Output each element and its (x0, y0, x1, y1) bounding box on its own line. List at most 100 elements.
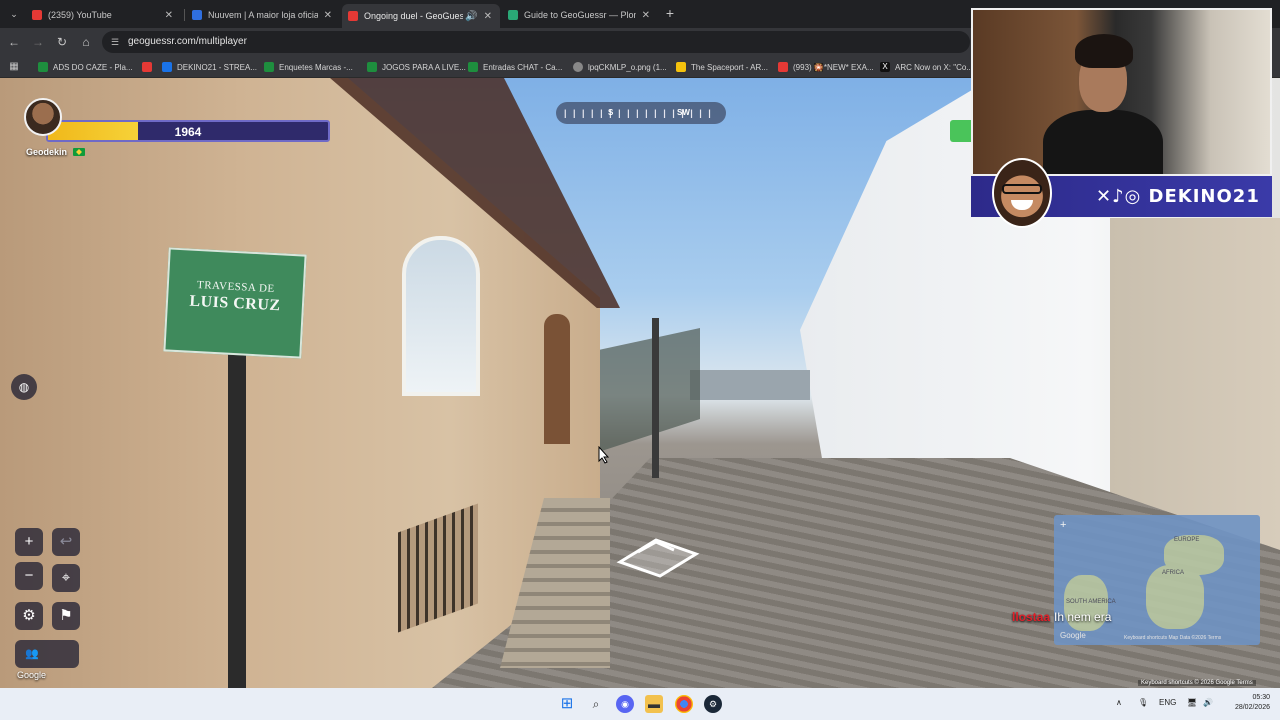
youtube-icon (778, 62, 788, 72)
clock-time: 05:30 (1252, 694, 1270, 701)
tab-geoguessr[interactable]: Ongoing duel - GeoGuessr 🔊 ✕ (342, 4, 500, 28)
bookmark-item[interactable]: JOGOS PARA A LIVE... (367, 60, 466, 74)
discord-icon[interactable]: ◉ (616, 695, 634, 713)
streamer-body (1043, 110, 1163, 174)
clock-date: 28/02/2026 (1234, 704, 1270, 711)
bookmark-item[interactable]: (993) 🎇*NEW* EXA... (778, 60, 874, 74)
bookmark-label: JOGOS PARA A LIVE... (382, 62, 466, 72)
tab-title: Guide to GeoGuessr — Plonk It (524, 10, 636, 20)
tab-nuuvem[interactable]: Nuuvem | A maior loja oficial de ✕ (186, 4, 340, 26)
bookmark-item[interactable]: ADS DO CAZE - Pla... (38, 60, 133, 74)
wooden-door (544, 314, 570, 444)
bookmark-label: ARC Now on X: "Co... (895, 62, 973, 72)
minimap-footer: Keyboard shortcuts Map Data ©2026 Terms (1124, 635, 1222, 641)
social-handle: ✕♪◎ DEKINO21 (1096, 186, 1260, 207)
minimap-google-label: Google (1060, 631, 1086, 640)
player-name: Geodekin (26, 147, 68, 157)
bookmark-item[interactable]: Entradas CHAT - Ca... (468, 60, 562, 74)
docs-icon (162, 62, 172, 72)
movement-arrow-icon[interactable] (610, 532, 706, 580)
network-icon[interactable]: 🖥 (1187, 698, 1197, 707)
close-tab-icon[interactable]: ✕ (484, 11, 492, 22)
sign-pole (228, 328, 246, 688)
guess-minimap[interactable]: EUROPE AFRICA SOUTH AMERICA + Google Key… (1054, 515, 1260, 645)
settings-gear-icon[interactable]: ⚙ (15, 602, 43, 630)
player-avatar (24, 98, 62, 136)
youtube-icon (142, 62, 152, 72)
tab-youtube[interactable]: (2359) YouTube ✕ (26, 4, 181, 26)
tray-overflow-icon[interactable]: ∧ (1116, 698, 1122, 707)
chat-message: llostaa Ih nem era (1012, 610, 1111, 624)
back-icon[interactable]: ← (6, 34, 22, 50)
tab-title: Nuuvem | A maior loja oficial de (208, 10, 318, 20)
bookmark-item[interactable]: lpqCKMLP_o.png (1... (573, 60, 667, 74)
close-tab-icon[interactable]: ✕ (165, 10, 173, 21)
undo-move-button[interactable]: ↩ (52, 528, 80, 556)
forward-icon[interactable]: → (30, 34, 46, 50)
zoom-in-button[interactable]: + (15, 528, 43, 556)
chrome-icon[interactable] (675, 695, 693, 713)
file-explorer-icon[interactable]: ▬ (645, 695, 663, 713)
tab-plonkit[interactable]: Guide to GeoGuessr — Plonk It ✕ (502, 4, 658, 26)
bookmark-label: (993) 🎇*NEW* EXA... (793, 62, 874, 72)
bookmark-label: Entradas CHAT - Ca... (483, 62, 563, 72)
players-icon: 👥 (25, 648, 39, 660)
sheets-icon (264, 62, 274, 72)
address-bar[interactable]: ☰ geoguessr.com/multiplayer (102, 31, 970, 53)
new-tab-button[interactable]: + (662, 5, 678, 21)
players-button[interactable]: 👥 (15, 640, 79, 668)
bookmark-item[interactable] (142, 60, 157, 74)
windows-start-icon[interactable]: ⊞ (558, 695, 576, 713)
emote-button[interactable]: ◍ (11, 374, 37, 400)
checkpoint-pin-icon[interactable]: ⌖ (52, 564, 80, 592)
sea-railing (690, 370, 810, 400)
street-name-sign: TRAVESSA DE LUIS CRUZ (163, 247, 307, 359)
language-indicator[interactable]: ENG (1159, 698, 1176, 707)
mouse-cursor-icon (598, 446, 610, 464)
chat-text: Ih nem era (1054, 610, 1112, 624)
compass: | | | | | | | | | | | | | | | | | S SW (556, 102, 726, 124)
bookmark-label: The Spaceport - AR... (691, 62, 768, 72)
streamer-mascot-icon (992, 158, 1052, 228)
close-tab-icon[interactable]: ✕ (642, 10, 650, 21)
nuuvem-favicon-icon (192, 10, 202, 20)
tab-title: (2359) YouTube (48, 10, 112, 20)
player-health-bar: 1964 (46, 120, 330, 142)
microphone-icon[interactable]: 🎙 (1138, 698, 1148, 707)
bookmark-item[interactable]: The Spaceport - AR... (676, 60, 768, 74)
audio-icon[interactable]: 🔊 (465, 11, 477, 22)
plonkit-favicon-icon (508, 10, 518, 20)
system-clock[interactable]: 05:30 28/02/2026 (1226, 693, 1270, 713)
x-logo-icon: X (880, 62, 890, 72)
health-value: 1964 (174, 125, 202, 139)
minimap-label-europe: EUROPE (1174, 537, 1200, 543)
tab-title: Ongoing duel - GeoGuessr (364, 11, 464, 21)
tab-divider (184, 9, 185, 21)
bookmark-label: Enquetes Marcas -... (279, 62, 353, 72)
zoom-out-button[interactable]: − (15, 562, 43, 590)
reload-icon[interactable]: ↻ (54, 34, 70, 50)
chat-username: llostaa (1012, 610, 1051, 624)
home-icon[interactable]: ⌂ (78, 34, 94, 50)
compass-ticks: | | | | | | | | | | | | | | | | | (564, 108, 713, 118)
return-to-start-flag-icon[interactable]: ⚑ (52, 602, 80, 630)
geoguessr-favicon-icon (348, 11, 358, 21)
webcam-overlay (971, 8, 1272, 176)
lamp-post (652, 318, 659, 478)
bookmark-item[interactable]: X ARC Now on X: "Co... (880, 60, 973, 74)
volume-icon[interactable]: 🔊 (1203, 698, 1213, 707)
apps-grid-icon[interactable]: ▦ (6, 59, 22, 75)
site-info-icon[interactable]: ☰ (111, 37, 121, 47)
bookmark-item[interactable]: Enquetes Marcas -... (264, 60, 353, 74)
google-watermark: Google (17, 670, 47, 680)
minimap-expand-icon[interactable]: + (1060, 519, 1066, 531)
close-tab-icon[interactable]: ✕ (324, 10, 332, 21)
search-icon[interactable]: ⌕ (587, 695, 605, 713)
streamer-hair (1075, 34, 1133, 68)
bookmark-item[interactable]: DEKINO21 - STREA... (162, 60, 257, 74)
bookmark-label: DEKINO21 - STREA... (177, 62, 258, 72)
mascot-glasses (1002, 184, 1042, 194)
compass-southwest: SW (677, 108, 690, 117)
steam-icon[interactable]: ⚙ (704, 695, 722, 713)
tab-search-icon[interactable]: ⌄ (6, 6, 22, 22)
